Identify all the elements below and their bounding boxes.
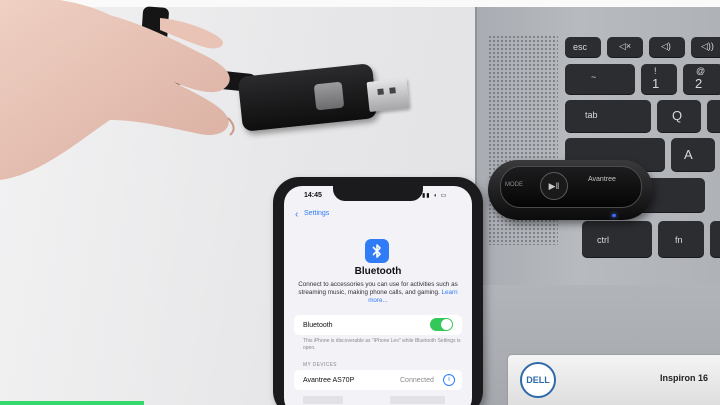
key-fn: fn [658,221,704,257]
play-pause-icon: ▶‖ [540,172,568,200]
mute-icon: ◁× [619,41,632,51]
device-name: Avantree AS70P [303,377,355,384]
key-backtick: ~ [565,64,635,94]
key-1: ! 1 [641,64,677,94]
device-status: Connected [400,377,434,384]
key-2: @ 2 [683,64,720,94]
backtick-glyph: ~ [591,72,597,82]
bluetooth-icon [365,239,389,263]
key-win [710,221,720,257]
key-fn-label: fn [675,235,683,245]
key-2-top: @ [696,66,706,76]
dongle-slider [313,81,345,111]
key-ctrl: ctrl [582,221,652,257]
bluetooth-row-label: Bluetooth [303,322,333,329]
receiver-mode-label: MODE [505,182,523,188]
info-icon[interactable]: i [443,374,455,386]
key-ctrl-label: ctrl [597,235,609,245]
receiver-led [612,214,616,217]
key-volume-down: ◁) [649,37,685,57]
key-1-top: ! [654,66,657,76]
photo-scene: esc ◁× ◁) ◁)) ~ ! 1 @ 2 tab Q A ctrl fn … [0,0,720,405]
description-text: Connect to accessories you can use for a… [298,281,458,296]
key-tab-label: tab [585,110,598,120]
back-to-settings[interactable]: Settings [304,210,329,217]
key-2-label: 2 [695,76,703,91]
key-mute: ◁× [607,37,643,57]
hand [0,0,235,180]
laptop-model: Inspiron 16 [660,373,709,383]
discoverable-note: This iPhone is discoverable as "iPhone L… [303,338,461,351]
key-a: A [671,138,715,171]
key-q: Q [657,100,701,132]
bluetooth-toggle[interactable] [430,318,453,331]
key-w [707,100,720,132]
key-volume-up: ◁)) [691,37,720,57]
video-progress-fill [0,401,144,405]
key-q-label: Q [672,108,683,123]
page-title: Bluetooth [354,266,402,277]
receiver-brand: Avantree [588,176,616,183]
bluetooth-description: Connect to accessories you can use for a… [298,281,458,305]
video-progress-bar[interactable] [0,401,720,405]
key-esc: esc [565,37,601,57]
status-time: 14:45 [304,192,322,199]
dell-logo: DELL [520,362,556,398]
phone-notch [333,183,423,201]
my-devices-header: MY DEVICES [303,362,337,368]
key-1-label: 1 [652,76,660,91]
volume-up-icon: ◁)) [701,41,714,51]
usb-plug [366,77,410,113]
key-a-label: A [684,147,693,162]
key-tab: tab [565,100,651,132]
volume-down-icon: ◁) [661,41,671,51]
signal-battery-icon: ▮▮ ◖ ▭ [422,193,448,199]
chevron-left-icon[interactable]: ‹ [295,209,298,220]
key-esc-label: esc [573,42,588,52]
